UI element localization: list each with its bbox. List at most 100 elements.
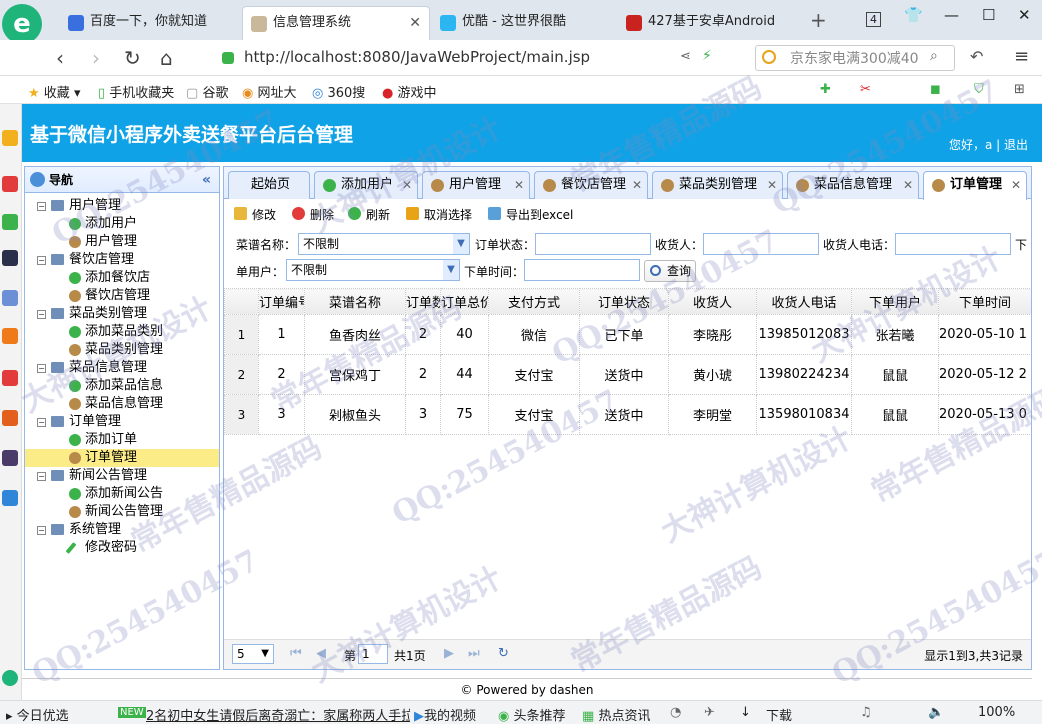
game-side-icon[interactable] <box>2 410 18 426</box>
page-number-input[interactable]: 1 <box>358 644 388 664</box>
doc-side-icon[interactable] <box>2 290 18 306</box>
nav-item[interactable]: 用户管理 <box>25 233 219 251</box>
time-filter-input[interactable] <box>524 259 640 281</box>
tab-5[interactable]: 菜品信息管理 ✕ <box>787 171 919 199</box>
bookmark-favorites[interactable]: ★ 收藏 ▾ <box>28 82 80 101</box>
tab-2[interactable]: 用户管理 ✕ <box>422 171 530 199</box>
bookmark-360[interactable]: ◎ 360搜 <box>312 82 365 101</box>
nav-group[interactable]: − 订单管理 <box>25 413 219 431</box>
column-header[interactable]: 订单状态 <box>579 288 669 315</box>
news-headline-link[interactable]: 2名初中女生请假后离奇溺亡：家属称两人手拉 <box>146 705 410 724</box>
back-icon[interactable]: ‹ <box>56 46 64 70</box>
cloud-side-icon[interactable] <box>2 490 18 506</box>
bookmark-hao[interactable]: ◉ 网址大 <box>242 82 297 101</box>
nav-item[interactable]: 添加用户 <box>25 215 219 233</box>
collapse-toggle-icon[interactable]: − <box>37 364 46 373</box>
collapse-icon[interactable]: « <box>202 167 211 193</box>
first-page-icon[interactable]: ⏮ <box>290 646 302 661</box>
gamepad-icon[interactable]: ◼ <box>930 82 941 97</box>
shield-icon[interactable]: ⛉ <box>974 82 984 97</box>
table-row[interactable]: 2 2 宫保鸡丁 2 44 支付宝 送货中 黄小琥 13980224234 鼠鼠 2020-05-1… <box>224 354 1031 395</box>
column-header[interactable]: 下单用户 <box>851 288 939 315</box>
extension-icon[interactable]: ✚ <box>820 82 831 97</box>
close-tab-icon[interactable]: ✕ <box>409 7 421 39</box>
scissors-icon[interactable]: ✂ <box>860 82 871 97</box>
shirt-icon[interactable]: 👕 <box>904 6 923 24</box>
refresh-page-icon[interactable]: ↻ <box>498 646 509 661</box>
home-icon[interactable]: ⌂ <box>160 46 173 70</box>
volume-icon[interactable]: 🔈 <box>928 705 944 720</box>
minimize-icon[interactable]: — <box>944 6 959 24</box>
close-icon[interactable]: ✕ <box>903 172 913 198</box>
nav-group[interactable]: − 用户管理 <box>25 197 219 215</box>
nav-item[interactable]: 添加菜品信息 <box>25 377 219 395</box>
column-header[interactable]: 下单时间 <box>938 288 1031 315</box>
column-header[interactable]: 菜谱名称 <box>304 288 406 315</box>
query-button[interactable]: 查询 <box>644 260 696 282</box>
close-icon[interactable]: ✕ <box>514 172 524 198</box>
reload-icon[interactable]: ↻ <box>124 46 141 70</box>
cancel-select-button[interactable]: 取消选择 <box>406 206 472 223</box>
column-header[interactable]: 订单总价 <box>440 288 489 315</box>
search-icon[interactable]: ⌕ <box>930 48 938 64</box>
export-button[interactable]: 导出到excel <box>488 206 573 223</box>
order-user-select[interactable]: 不限制 ▼ <box>286 259 460 281</box>
nav-item[interactable]: 添加菜品类别 <box>25 323 219 341</box>
close-icon[interactable]: ✕ <box>402 172 412 198</box>
undo-icon[interactable]: ↶ <box>970 47 983 66</box>
menu-icon[interactable]: ≡ <box>1014 46 1029 67</box>
close-icon[interactable]: ✕ <box>632 172 642 198</box>
prev-page-icon[interactable]: ◀ <box>316 646 326 661</box>
browser-tab-active[interactable]: 信息管理系统 ✕ <box>242 6 430 40</box>
close-window-icon[interactable]: ✕ <box>1018 6 1031 24</box>
edit-button[interactable]: 修改 <box>234 206 276 223</box>
nav-group[interactable]: − 系统管理 <box>25 521 219 539</box>
nav-item[interactable]: 菜品信息管理 <box>25 395 219 413</box>
deal-side-icon[interactable] <box>2 370 18 386</box>
status-item-headline[interactable]: ◉ 头条推荐 <box>498 705 566 724</box>
speed-status-icon[interactable]: ◔ <box>670 705 681 720</box>
maximize-icon[interactable]: ☐ <box>982 6 995 24</box>
page-size-select[interactable]: 5 ▼ <box>232 644 274 664</box>
status-item-hot[interactable]: ▦ 热点资讯 <box>582 705 650 724</box>
table-row[interactable]: 1 1 鱼香肉丝 2 40 微信 已下单 李晓彤 13985012083 张若曦 2020-05-1… <box>224 314 1031 355</box>
download-icon[interactable]: ↓ <box>740 705 751 720</box>
collapse-toggle-icon[interactable]: − <box>37 256 46 265</box>
tab-6[interactable]: 订单管理 ✕ <box>923 171 1027 200</box>
tab-count-badge[interactable]: 4 <box>866 12 881 27</box>
column-header[interactable]: 收货人 <box>668 288 757 315</box>
collapse-toggle-icon[interactable]: − <box>37 418 46 427</box>
browser-tab-youku[interactable]: 优酷 - 这世界很酷 <box>432 6 614 40</box>
add-side-icon[interactable] <box>2 670 18 686</box>
nav-group[interactable]: − 菜品信息管理 <box>25 359 219 377</box>
search-engine-icon[interactable] <box>762 50 776 64</box>
nav-item[interactable]: 新闻公告管理 <box>25 503 219 521</box>
last-page-icon[interactable]: ⏭ <box>468 646 480 661</box>
tab-0[interactable]: 起始页 <box>228 171 310 199</box>
video-side-icon[interactable] <box>2 450 18 466</box>
delete-button[interactable]: 删除 <box>292 206 334 223</box>
browser-tab-baidu[interactable]: 百度一下，你就知道 <box>60 6 240 40</box>
tab-1[interactable]: 添加用户 ✕ <box>314 171 418 199</box>
nav-group[interactable]: − 新闻公告管理 <box>25 467 219 485</box>
bookmark-google[interactable]: ▢ 谷歌 <box>186 82 228 101</box>
pin-icon[interactable]: ✈ <box>704 705 715 720</box>
collapse-toggle-icon[interactable]: − <box>37 202 46 211</box>
status-item-download[interactable]: 下载 <box>766 705 792 724</box>
nav-group[interactable]: − 餐饮店管理 <box>25 251 219 269</box>
mail-side-icon[interactable] <box>2 214 18 230</box>
share-icon[interactable]: ⋖ <box>680 49 691 64</box>
tab-4[interactable]: 菜品类别管理 ✕ <box>652 171 783 199</box>
close-icon[interactable]: ✕ <box>1011 172 1021 198</box>
refresh-button[interactable]: 刷新 <box>348 206 390 223</box>
status-item-video[interactable]: ▶我的视频 <box>414 705 476 724</box>
shop-side-icon[interactable] <box>2 328 18 344</box>
nav-item[interactable]: 添加餐饮店 <box>25 269 219 287</box>
nav-item[interactable]: 订单管理 <box>25 449 219 467</box>
collapse-toggle-icon[interactable]: − <box>37 310 46 319</box>
favorites-side-icon[interactable] <box>2 130 18 146</box>
weibo-side-icon[interactable] <box>2 176 18 192</box>
status-item-daily[interactable]: ▸ 今日优选 <box>6 705 69 724</box>
bookmark-mobile[interactable]: ▯ 手机收藏夹 <box>98 82 174 101</box>
dish-filter-select[interactable]: 不限制 ▼ <box>298 233 470 255</box>
